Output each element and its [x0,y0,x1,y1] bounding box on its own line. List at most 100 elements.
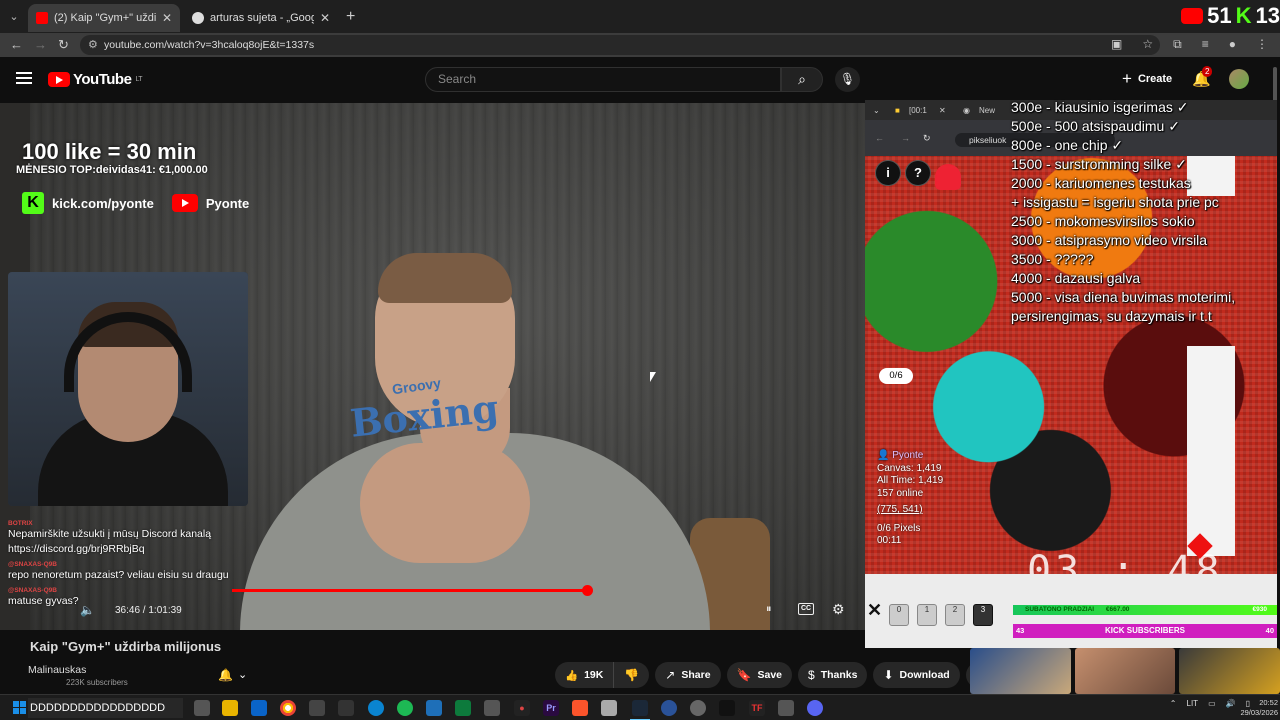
canvas-user-info: 👤 Pyonte Canvas: 1,419 All Time: 1,419 1… [877,450,1007,548]
subscribe-bell-icon[interactable]: 🔔 [218,668,233,682]
menu-icon[interactable]: ⋮ [1256,37,1268,52]
app-icon[interactable]: TF [749,700,765,716]
logo-text: YouTube [73,71,132,88]
taskbar-search[interactable]: DDDDDDDDDDDDDDDDD [28,698,183,718]
chevron-down-icon[interactable]: ⌄ [238,668,247,681]
download-button[interactable]: ⬇ Download [873,662,960,688]
goal-amount: €667.00 [1105,606,1130,613]
app-icon[interactable] [484,700,500,716]
search-input[interactable]: Search [425,67,781,92]
calendar-icon[interactable] [251,700,267,716]
spotify-icon[interactable] [397,700,413,716]
obs-icon[interactable] [690,700,706,716]
clock[interactable]: 20:52 29/03/2026 [1240,698,1278,718]
url-field[interactable]: ⚙ youtube.com/watch?v=3hcaloq8ojE&t=1337… [80,35,1160,55]
app-icon[interactable] [338,700,354,716]
pixel-counter: 0/6 [879,368,913,384]
tab-youtube[interactable]: (2) Kaip "Gym+" uždirba m ✕ [28,4,180,32]
chat-text: repo nenoretum pazaist? veliau eisiu su … [8,569,229,581]
voice-search-button[interactable]: 🎙 [835,67,860,92]
overlay-tab-1: [00:1 [909,106,927,115]
kick-link-text: kick.com/pyonte [52,195,154,211]
progress-bar[interactable] [232,589,588,592]
cast-icon[interactable]: ▣ [1111,37,1122,52]
thanks-button[interactable]: $ Thanks [798,662,868,688]
app-icon[interactable] [778,700,794,716]
close-tab-icon[interactable]: ✕ [162,11,172,25]
tab-search-icon[interactable]: ⌄ [6,9,22,25]
menu-hamburger-icon[interactable] [16,72,32,84]
channel-name[interactable]: Malinauskas [28,664,86,676]
back-icon[interactable]: ← [10,37,23,52]
progress-scrubber[interactable] [582,585,593,596]
discord-icon[interactable] [807,700,823,716]
pause-icon[interactable]: ⏸ [766,603,772,616]
edge-icon[interactable] [368,700,384,716]
like-dislike-group: 👍 19K 👎 [555,662,650,688]
goal-item: 3500 - ????? [1011,251,1094,267]
brave-icon[interactable] [572,700,588,716]
kick-logo-icon: K [1235,3,1252,28]
thumbnail[interactable] [1074,648,1176,694]
photos-icon[interactable] [426,700,442,716]
bookmark-star-icon[interactable]: ☆ [1142,37,1153,52]
dislike-button[interactable]: 👎 [614,662,649,688]
thumbs-up-icon: 👍 [565,669,579,682]
goal-item: 3000 - atsiprasymo video virsila [1011,232,1208,248]
thumbnail[interactable] [1179,648,1280,694]
volume-icon[interactable]: 🔈 [80,603,95,617]
profile-icon[interactable]: ● [1229,37,1236,52]
app-icon[interactable] [601,700,617,716]
extensions-icon[interactable]: ⧉ [1173,37,1182,52]
video-title: Kaip "Gym+" uždirba milijonus [30,639,222,654]
chrome-icon[interactable] [280,700,296,716]
steam-icon[interactable] [632,700,648,716]
network-icon[interactable]: ▭ [1208,699,1216,708]
app-icon[interactable] [661,700,677,716]
windows-start-icon[interactable] [13,701,26,714]
chat-user: @SNAXAS-Q9B [8,587,57,594]
overlay-close-icon: ✕ [939,106,946,115]
youtube-logo[interactable]: YouTube LT [48,71,143,88]
tab-title: (2) Kaip "Gym+" uždirba m [54,12,156,24]
thumbnail[interactable] [970,648,1071,694]
reload-icon[interactable]: ↻ [58,37,69,53]
create-button[interactable]: + Create [1122,69,1172,89]
tray-chevron-icon[interactable]: ⌃ [1170,699,1177,708]
site-info-icon[interactable]: ⚙ [88,35,98,55]
overlay-chevron-icon: ⌄ [873,106,880,115]
canvas-white-area [1187,346,1235,556]
goal-label: SUBATONO PRADZIAI [1025,606,1095,613]
search-button[interactable]: ⌕ [781,67,823,92]
forward-icon[interactable]: → [34,37,47,52]
tab-google[interactable]: arturas sujeta - „Google“ paieš ✕ [184,4,338,32]
close-tab-icon[interactable]: ✕ [320,11,330,25]
notifications-button[interactable]: 🔔 2 [1192,66,1213,88]
palette-slot: 3 [973,604,993,626]
volume-icon[interactable]: 🔊 [1226,699,1236,708]
like-button[interactable]: 👍 19K [555,662,615,688]
media-icon[interactable]: ≡ [1202,37,1209,52]
save-button[interactable]: 🔖 Save [726,662,793,688]
captions-icon[interactable]: CC [798,603,814,615]
youtube-icon [171,194,198,212]
app-icon[interactable] [455,700,471,716]
help-icon: ? [905,160,931,186]
terminal-icon[interactable] [719,700,735,716]
language-indicator[interactable]: LIT [1187,699,1199,708]
avatar[interactable] [1229,69,1249,89]
canvas-count: Canvas: 1,419 [877,462,942,474]
settings-gear-icon[interactable]: ⚙ [832,601,845,618]
new-tab-icon[interactable]: + [346,8,355,26]
logo-region: LT [135,76,143,83]
overlay-tab-icon: ■ [895,106,900,115]
task-view-icon[interactable] [194,700,210,716]
premiere-icon[interactable]: Pr [543,700,559,716]
app-icon[interactable]: ● [514,700,530,716]
file-explorer-icon[interactable] [222,700,238,716]
youtube-favicon-icon [36,12,48,24]
share-button[interactable]: ↗ Share [655,662,721,688]
app-icon[interactable] [309,700,325,716]
address-bar: ← → ↻ ⚙ youtube.com/watch?v=3hcaloq8ojE&… [0,33,1280,57]
canvas-username-text: Pyonte [892,450,924,461]
